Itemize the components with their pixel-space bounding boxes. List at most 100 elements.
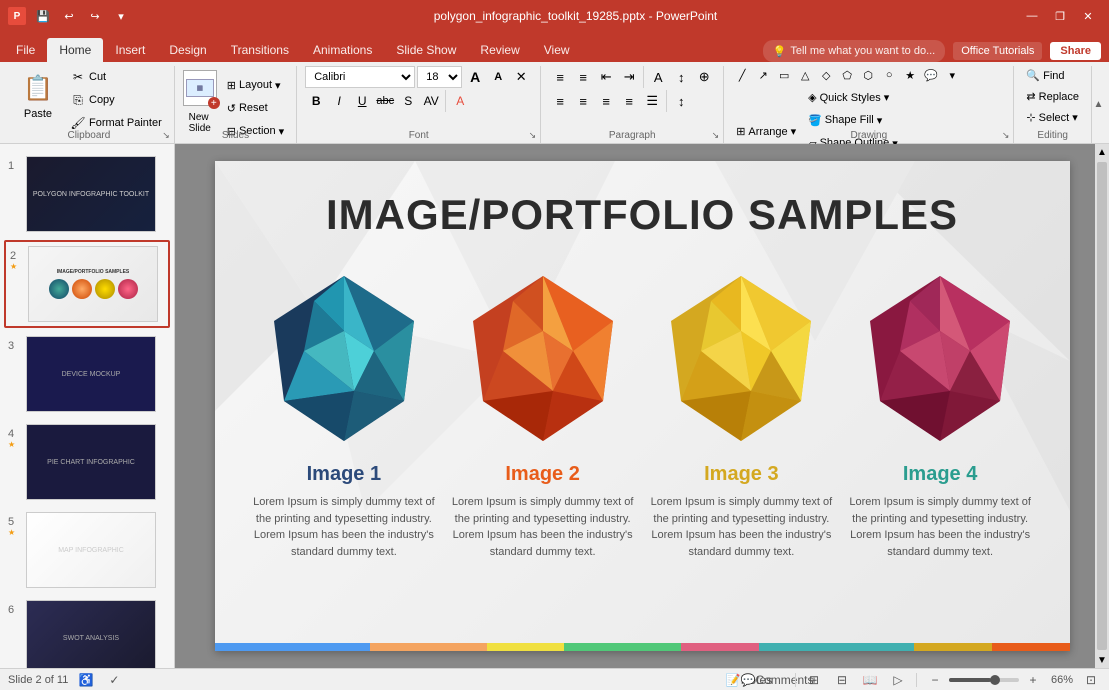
clear-format-btn[interactable]: ✕ bbox=[510, 66, 532, 88]
convert-smartart-btn[interactable]: ⊕ bbox=[693, 66, 715, 88]
tab-home[interactable]: Home bbox=[47, 38, 103, 62]
close-btn[interactable]: ✕ bbox=[1075, 5, 1101, 27]
paste-label: Paste bbox=[24, 108, 52, 120]
align-text-btn[interactable]: ↕ bbox=[670, 66, 692, 88]
accessibility-btn[interactable]: ♿ bbox=[76, 671, 96, 689]
shape-hexagon-btn[interactable]: ⬡ bbox=[858, 66, 878, 84]
text-dir-btn[interactable]: A bbox=[647, 66, 669, 88]
tab-file[interactable]: File bbox=[4, 38, 47, 62]
share-btn[interactable]: Share bbox=[1050, 42, 1101, 60]
align-center-btn[interactable]: ≡ bbox=[572, 90, 594, 112]
paragraph-expand[interactable]: ↘ bbox=[712, 130, 720, 141]
cut-icon: ✂ bbox=[70, 69, 86, 85]
shape-diamond-btn[interactable]: ◇ bbox=[816, 66, 836, 84]
bold-btn[interactable]: B bbox=[305, 90, 327, 112]
minimize-btn[interactable]: — bbox=[1019, 5, 1045, 27]
underline-btn[interactable]: U bbox=[351, 90, 373, 112]
shape-callout-btn[interactable]: 💬 bbox=[921, 66, 941, 84]
tab-design[interactable]: Design bbox=[157, 38, 218, 62]
editing-group: 🔍 Find ⇄ Replace ⊹ Select ▾ Editing bbox=[1014, 66, 1091, 143]
justify-btn[interactable]: ≡ bbox=[618, 90, 640, 112]
increase-font-btn[interactable]: A bbox=[464, 66, 486, 88]
italic-btn[interactable]: I bbox=[328, 90, 350, 112]
zoom-out-btn[interactable]: − bbox=[925, 671, 945, 689]
strikethrough-btn[interactable]: abc bbox=[374, 90, 396, 112]
shape-oval-btn[interactable]: ○ bbox=[879, 66, 899, 84]
shape-triangle-btn[interactable]: △ bbox=[795, 66, 815, 84]
tab-view[interactable]: View bbox=[532, 38, 582, 62]
tab-transitions[interactable]: Transitions bbox=[219, 38, 301, 62]
font-expand[interactable]: ↘ bbox=[529, 130, 537, 141]
bullets-btn[interactable]: ≡ bbox=[549, 66, 571, 88]
office-tutorials-btn[interactable]: Office Tutorials bbox=[953, 42, 1042, 60]
zoom-slider-thumb[interactable] bbox=[990, 675, 1000, 685]
drawing-expand[interactable]: ↘ bbox=[1002, 130, 1010, 141]
tab-insert[interactable]: Insert bbox=[103, 38, 157, 62]
select-btn[interactable]: ⊹ Select ▾ bbox=[1022, 108, 1083, 127]
decrease-indent-btn[interactable]: ⇤ bbox=[595, 66, 617, 88]
tell-me-box[interactable]: 💡 Tell me what you want to do... bbox=[763, 40, 946, 62]
slide-thumb-4[interactable]: 4 PIE CHART INFOGRAPHIC bbox=[4, 420, 170, 504]
increase-indent-btn[interactable]: ⇥ bbox=[618, 66, 640, 88]
slide-thumb-6[interactable]: 6 SWOT ANALYSIS bbox=[4, 596, 170, 668]
fit-window-btn[interactable]: ⊡ bbox=[1081, 671, 1101, 689]
find-btn[interactable]: 🔍 Find bbox=[1022, 66, 1083, 85]
slide-thumb-3[interactable]: 3 DEVICE MOCKUP bbox=[4, 332, 170, 416]
slide-thumb-1[interactable]: 1 POLYGON INFOGRAPHIC TOOLKIT bbox=[4, 152, 170, 236]
cut-btn[interactable]: ✂ Cut bbox=[66, 66, 166, 88]
restore-btn[interactable]: ❐ bbox=[1047, 5, 1073, 27]
shape-arrow-btn[interactable]: ↗ bbox=[753, 66, 773, 84]
normal-view-btn[interactable]: ⊞ bbox=[804, 671, 824, 689]
paste-button[interactable]: 📋 Paste bbox=[12, 66, 64, 124]
numbering-btn[interactable]: ≡ bbox=[572, 66, 594, 88]
font-size-select[interactable]: 18 bbox=[417, 66, 462, 88]
slide-canvas-wrapper: IMAGE/PORTFOLIO SAMPLES bbox=[175, 144, 1109, 668]
zoom-in-btn[interactable]: + bbox=[1023, 671, 1043, 689]
reset-btn[interactable]: ↺ Reset bbox=[223, 97, 288, 119]
customize-btn[interactable]: ▾ bbox=[110, 5, 132, 27]
shape-pentagon-btn[interactable]: ⬠ bbox=[837, 66, 857, 84]
tab-animations[interactable]: Animations bbox=[301, 38, 384, 62]
columns-btn[interactable]: ☰ bbox=[641, 90, 663, 112]
slide-canvas[interactable]: IMAGE/PORTFOLIO SAMPLES bbox=[215, 161, 1070, 651]
clipboard-expand[interactable]: ↘ bbox=[162, 130, 170, 141]
slide-sorter-btn[interactable]: ⊟ bbox=[832, 671, 852, 689]
ribbon-scroll-up[interactable]: ▲ bbox=[1091, 66, 1105, 143]
slide-thumb-5[interactable]: 5 MAP INFOGRAPHIC bbox=[4, 508, 170, 592]
shape-more-btn[interactable]: ▾ bbox=[942, 66, 962, 84]
shape-rect-btn[interactable]: ▭ bbox=[774, 66, 794, 84]
scroll-thumb[interactable] bbox=[1097, 162, 1107, 650]
canvas-scrollbar[interactable]: ▲ ▼ bbox=[1095, 144, 1109, 668]
save-btn[interactable]: 💾 bbox=[32, 5, 54, 27]
zoom-slider[interactable] bbox=[949, 678, 1019, 682]
text-shadow-btn[interactable]: S bbox=[397, 90, 419, 112]
color-seg-6 bbox=[759, 643, 914, 651]
replace-btn[interactable]: ⇄ Replace bbox=[1022, 87, 1083, 106]
undo-btn[interactable]: ↩ bbox=[58, 5, 80, 27]
font-group: Calibri 18 A A ✕ B I U abc S AV A Font ↘ bbox=[297, 66, 541, 143]
decrease-font-btn[interactable]: A bbox=[487, 66, 509, 88]
layout-btn[interactable]: ⊞ Layout ▾ bbox=[223, 74, 288, 96]
align-left-btn[interactable]: ≡ bbox=[549, 90, 571, 112]
new-slide-btn[interactable]: ▦ + NewSlide bbox=[183, 70, 217, 134]
scroll-up-btn[interactable]: ▲ bbox=[1095, 144, 1109, 160]
font-name-select[interactable]: Calibri bbox=[305, 66, 415, 88]
slideshow-btn[interactable]: ▷ bbox=[888, 671, 908, 689]
slide-thumb-2[interactable]: 2 IMAGE/PORTFOLIO SAMPLES bbox=[4, 240, 170, 328]
comments-btn[interactable]: 💬 Comments bbox=[767, 671, 787, 689]
char-spacing-btn[interactable]: AV bbox=[420, 90, 442, 112]
line-spacing-btn[interactable]: ↕ bbox=[670, 90, 692, 112]
copy-btn[interactable]: ⎘ Copy bbox=[66, 89, 166, 111]
spellcheck-btn[interactable]: ✓ bbox=[104, 671, 124, 689]
align-right-btn[interactable]: ≡ bbox=[595, 90, 617, 112]
quick-styles-btn[interactable]: ◈ Quick Styles ▾ bbox=[804, 86, 902, 108]
scroll-down-btn[interactable]: ▼ bbox=[1095, 652, 1109, 668]
shape-line-btn[interactable]: ╱ bbox=[732, 66, 752, 84]
shape-star-btn[interactable]: ★ bbox=[900, 66, 920, 84]
font-color-btn[interactable]: A bbox=[449, 90, 471, 112]
redo-btn[interactable]: ↪ bbox=[84, 5, 106, 27]
reading-view-btn[interactable]: 📖 bbox=[860, 671, 880, 689]
tab-slideshow[interactable]: Slide Show bbox=[384, 38, 468, 62]
shape-fill-btn[interactable]: 🪣 Shape Fill ▾ bbox=[804, 109, 902, 131]
tab-review[interactable]: Review bbox=[468, 38, 531, 62]
